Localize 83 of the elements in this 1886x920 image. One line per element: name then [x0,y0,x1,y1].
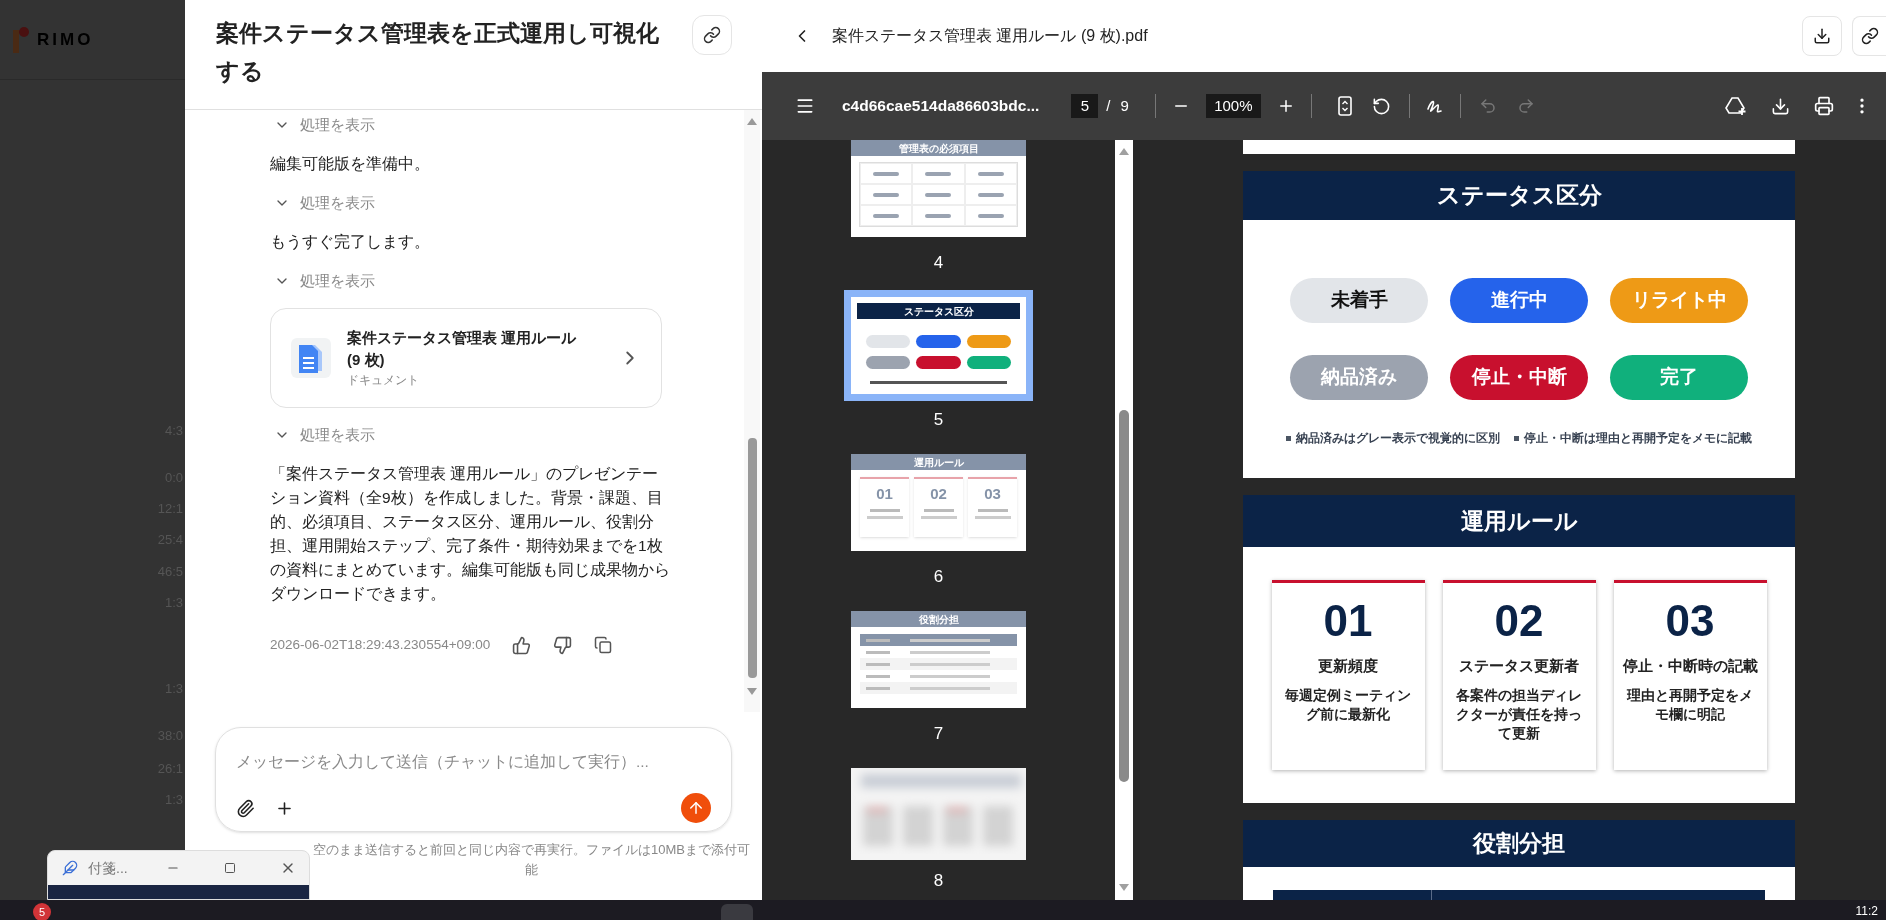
copy-icon[interactable] [594,636,613,655]
download-button[interactable] [1802,16,1842,56]
rule-description: 各案件の担当ディレクターが責任を持って更新 [1455,686,1583,743]
input-hint: 空のまま送信すると前回と同じ内容で再実行。ファイルは10MBまで添付可能 [313,841,750,879]
message-text: もうすぐ完了します。 [270,232,431,252]
message-input-box[interactable]: メッセージを入力して送信（チャットに追加して実行）... [215,727,732,832]
rule-heading: ステータス更新者 [1459,656,1579,676]
rule-description: 理由と再開予定をメモ欄に明記 [1626,686,1754,724]
rotate-icon[interactable] [1371,96,1391,116]
bullet-icon [1286,436,1291,442]
thumbs-down-icon[interactable] [553,635,573,655]
zoom-field[interactable]: 100% [1205,94,1261,118]
send-button[interactable] [681,793,711,824]
print-icon[interactable] [1814,96,1834,116]
page-count: 9 [1120,95,1129,116]
rule-heading: 停止・中断時の記載 [1622,656,1758,676]
page-number: 4 [933,253,944,272]
status-pill: 完了 [1610,355,1748,400]
rule-number: 02 [1494,599,1544,643]
file-card[interactable]: 案件ステータス管理表 運用ルール (9 枚) ドキュメント [270,308,662,408]
timestamp: 2026-06-02T18:29:43.230554+09:00 [270,636,491,654]
status-pill: 停止・中断 [1450,355,1588,400]
status-pill: リライト中 [1610,278,1748,323]
page-number: 5 [933,410,944,429]
rule-card-thumbnail: 02 [914,477,963,537]
slide-note: 納品済みはグレー表示で視覚的に区別 [1296,430,1500,446]
link-button[interactable] [692,15,732,55]
slide-title-bar: 運用ルール [1243,495,1795,547]
message-input[interactable]: メッセージを入力して送信（チャットに追加して実行）... [236,750,711,774]
message-text: 編集可能版を準備中。 [270,154,431,174]
page-number: 7 [933,724,944,743]
scrollbar[interactable] [744,110,760,712]
feather-icon [62,860,78,876]
chat-title: 案件ステータス管理表を正式運用し可視化する [216,19,660,86]
window-title: 付箋... [88,858,128,878]
maximize-icon[interactable] [223,862,236,874]
show-process-toggle[interactable]: 処理を表示 [274,191,744,215]
taskbar-clock[interactable]: 11:2 [1855,903,1878,919]
notification-badge[interactable]: 5 [33,903,51,920]
rule-description: 毎週定例ミーティング前に最新化 [1284,686,1412,724]
thumbnail-title: 運用ルール [851,454,1026,470]
status-pill: 進行中 [1450,278,1588,323]
thumbnail-title: 管理表の必須項目 [851,140,1026,156]
file-title: 案件ステータス管理表 運用ルール (9 枚) [347,328,578,370]
message-text: 「案件ステータス管理表 運用ルール」のプレゼンテーション資料（全9枚）を作成しました。背景・課題、目的、必須項目、ステータス区分、運用ルール、役割分担、運用開始ステップ、完了条件・期待効果までを1枚の資料にまとめています。編集可能版も同じ成果物からダウンロードできます。 [270,464,670,604]
rule-number: 03 [1665,599,1715,643]
thumbs-up-icon[interactable] [512,635,532,655]
page-number: 6 [933,567,944,586]
download-icon[interactable] [1771,96,1790,116]
link-icon [703,26,721,44]
rule-heading: 更新頻度 [1318,656,1378,676]
document-icon [291,338,331,378]
attach-icon[interactable] [236,798,255,818]
page-number: 8 [933,871,944,890]
fit-page-icon[interactable] [1337,96,1352,116]
rule-card-thumbnail: 01 [860,477,909,537]
thumbnail-title: 役割分担 [851,611,1026,627]
thumbnail-title: ステータス区分 [857,303,1020,319]
file-type: ドキュメント [347,372,420,389]
rule-number: 01 [1323,599,1373,643]
link-button[interactable] [1852,16,1886,56]
page-number-field[interactable]: 5 [1071,94,1099,118]
status-pill: 納品済み [1290,355,1428,400]
rule-card-thumbnail: 03 [968,477,1017,537]
download-icon [1813,27,1831,45]
show-process-toggle[interactable]: 処理を表示 [274,269,744,293]
scrollbar-thumb[interactable] [747,438,757,678]
document-title: 案件ステータス管理表 運用ルール (9 枚).pdf [832,26,1148,46]
bullet-icon [1514,436,1519,442]
slide-title-bar: 役割分担 [1243,820,1795,868]
logo-icon [13,26,29,53]
status-pill: 未着手 [1290,278,1428,323]
slide-title-bar: ステータス区分 [1243,171,1795,220]
menu-icon[interactable] [795,96,815,116]
pdf-file-name: c4d66cae514da86603bdc... [842,96,1040,117]
scrollbar-thumb[interactable] [1119,410,1129,782]
page-separator: / [1106,95,1111,116]
thumbnail-scrollbar[interactable] [1115,140,1133,900]
page-thumbnail[interactable]: ステータス区分 [844,290,1033,401]
show-process-toggle[interactable]: 処理を表示 [274,113,744,137]
slide-note: 停止・中断は理由と再開予定をメモに記載 [1524,430,1752,447]
link-icon [1861,27,1879,45]
show-process-toggle[interactable]: 処理を表示 [274,423,744,447]
